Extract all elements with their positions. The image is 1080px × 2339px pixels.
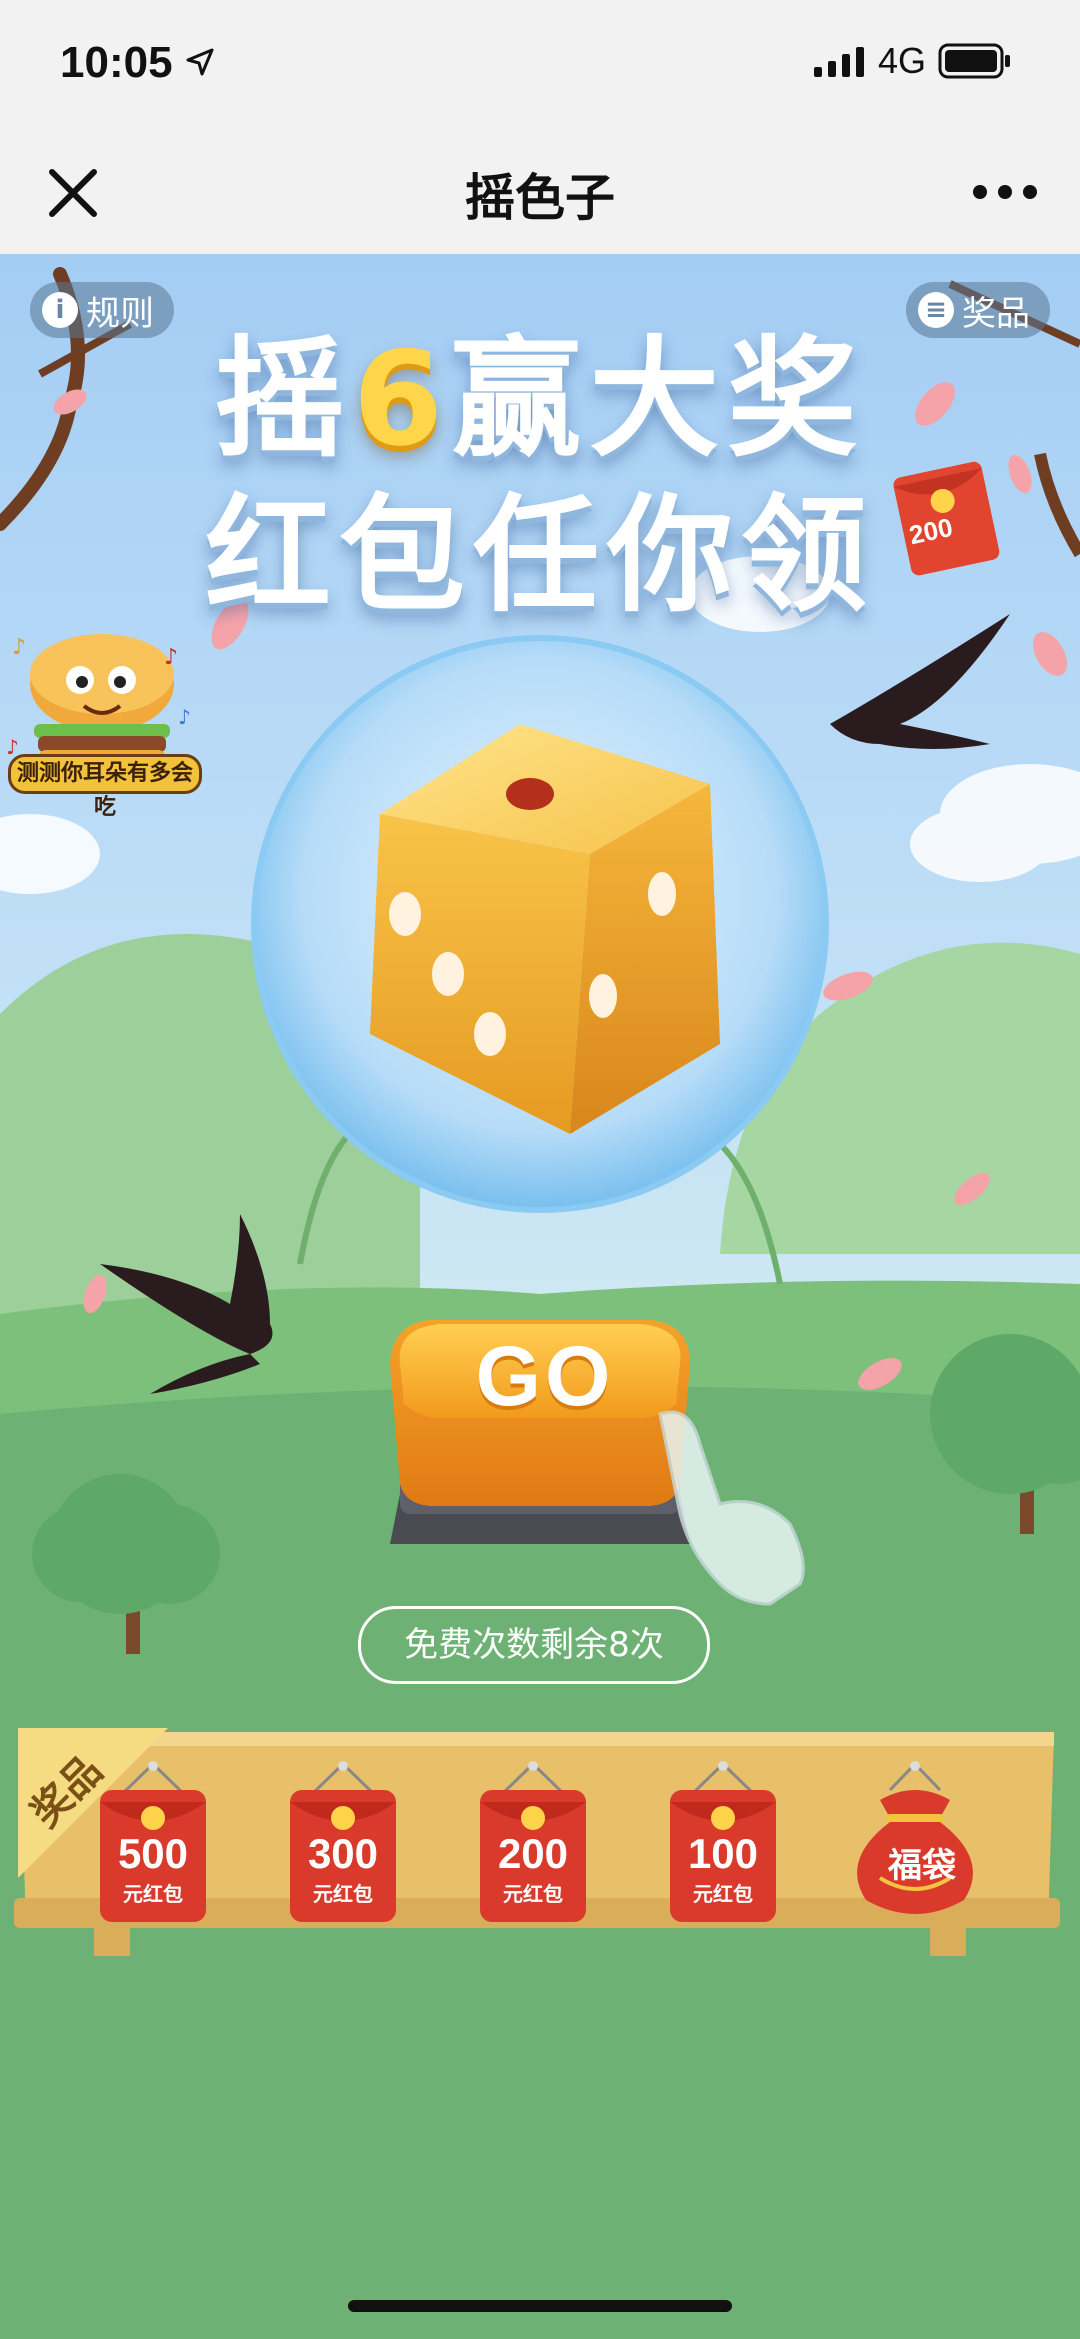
nav-bar: 摇色子 bbox=[0, 132, 1080, 255]
battery-icon bbox=[938, 43, 1010, 79]
promo-label[interactable]: 测测你耳朵有多会吃 bbox=[8, 754, 202, 820]
prize-unit: 元红包 bbox=[313, 1882, 373, 1906]
prize-amount: 200 bbox=[497, 1830, 569, 1877]
headline-part-a: 摇 bbox=[214, 323, 353, 475]
prize-item[interactable]: 300 元红包 bbox=[290, 1760, 396, 1922]
prize-item[interactable]: 500 元红包 bbox=[100, 1760, 206, 1922]
headline-six: 6 bbox=[352, 323, 452, 475]
lucky-bag-label: 福袋 bbox=[888, 1846, 956, 1886]
location-arrow-icon bbox=[186, 48, 214, 76]
prize-amount: 100 bbox=[687, 1830, 759, 1877]
home-indicator bbox=[348, 2300, 732, 2312]
prize-unit: 元红包 bbox=[123, 1882, 183, 1906]
signal-bars-icon bbox=[813, 47, 864, 77]
game-scene: i 规则 ≡ 奖品 摇6赢大奖 红包任你领 200 ♪ ♪ ♪ ♪ 测测你耳朵有… bbox=[0, 254, 1080, 1974]
svg-text:♪: ♪ bbox=[178, 705, 191, 729]
prize-amount: 500 bbox=[117, 1830, 189, 1877]
headline-part-c: 赢大奖 bbox=[451, 323, 866, 475]
status-bar: 10:05 4G bbox=[0, 0, 1080, 132]
prize-unit: 元红包 bbox=[693, 1882, 753, 1906]
status-time: 10:05 bbox=[60, 38, 173, 87]
network-type: 4G bbox=[877, 40, 926, 81]
prize-amount: 300 bbox=[307, 1830, 379, 1877]
svg-text:♪: ♪ bbox=[164, 645, 178, 670]
more-options-icon[interactable] bbox=[970, 182, 1040, 202]
network-status: 4G bbox=[813, 40, 1012, 82]
svg-text:♪: ♪ bbox=[12, 635, 26, 660]
prize-item[interactable]: 200 元红包 bbox=[480, 1760, 586, 1922]
prize-item[interactable]: 100 元红包 bbox=[670, 1760, 776, 1922]
go-button[interactable]: GO bbox=[430, 1328, 660, 1425]
prize-unit: 元红包 bbox=[503, 1882, 563, 1906]
page-title: 摇色子 bbox=[465, 169, 615, 227]
free-times-label: 免费次数剩余8次 bbox=[358, 1606, 710, 1684]
